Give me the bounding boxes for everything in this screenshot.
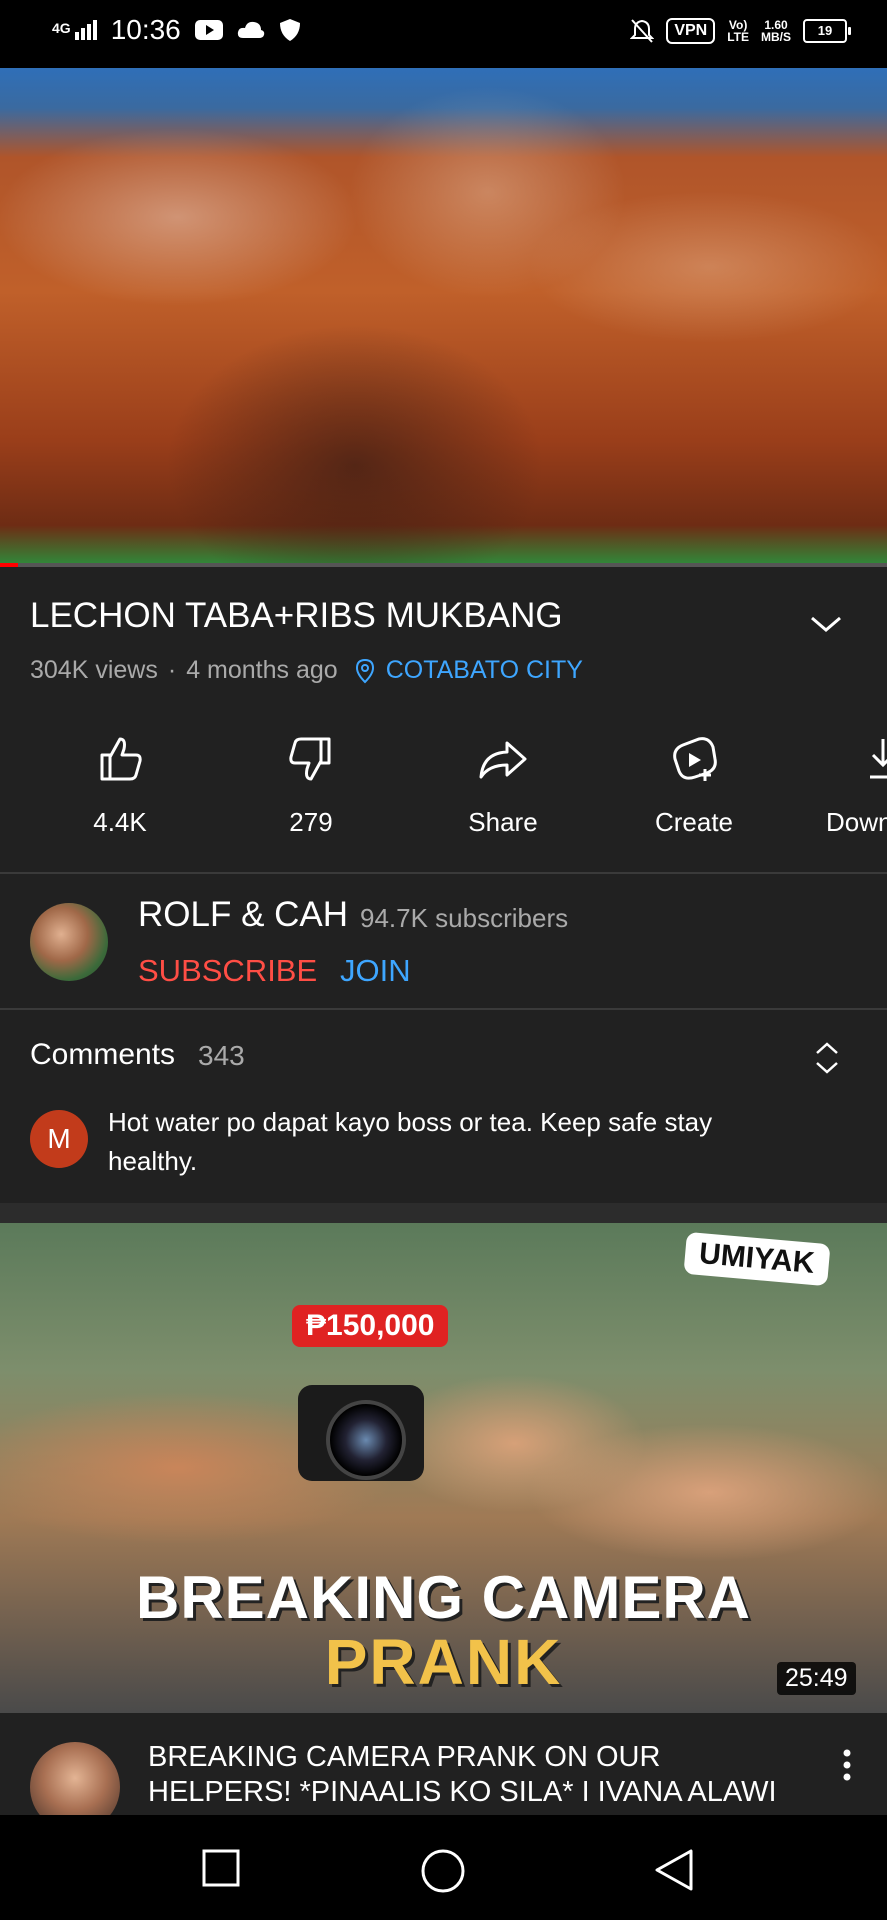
comments-title: Comments [30, 1038, 176, 1071]
create-icon [673, 737, 717, 781]
thumbs-down-icon [289, 737, 331, 781]
status-bar: 4G 10:36 VPN Vo) LTE 1.60 MB/S 19 [0, 0, 887, 68]
subscribe-button[interactable]: SUBSCRIBE [138, 953, 317, 989]
create-label: Create [654, 807, 734, 837]
upload-age: 4 months ago [186, 656, 338, 684]
shield-icon [279, 19, 300, 41]
volte-indicator: Vo) LTE [727, 19, 749, 43]
volte-bottom: LTE [727, 30, 749, 44]
video-progress-fill [0, 563, 18, 567]
download-label: Down [826, 807, 887, 837]
speed-unit: MB/S [761, 30, 791, 44]
expand-collapse-icon[interactable] [812, 1040, 842, 1076]
network-speed: 1.60 MB/S [761, 19, 791, 43]
share-button[interactable]: Share [428, 735, 578, 838]
duration-badge: 25:49 [777, 1662, 856, 1695]
thumbs-up-icon [100, 737, 142, 781]
top-comment-text: Hot water po dapat kayo boss or tea. Kee… [108, 1107, 713, 1176]
video-player[interactable] [0, 68, 887, 565]
commenter-avatar: M [30, 1110, 88, 1168]
divider [0, 872, 887, 874]
comments-count: 343 [198, 1040, 245, 1071]
chevron-down-icon[interactable] [808, 612, 844, 636]
video-title[interactable]: LECHON TABA+RIBS MUKBANG [30, 596, 790, 636]
join-button[interactable]: JOIN [340, 953, 411, 989]
meta-separator: · [167, 656, 177, 684]
thumbnail-headline-accent: PRANK [324, 1626, 563, 1698]
recents-icon[interactable] [201, 1848, 241, 1888]
share-icon [479, 741, 527, 779]
view-count: 304K views [30, 656, 158, 684]
dislike-count: 279 [289, 807, 333, 837]
bell-off-icon [630, 19, 655, 43]
video-meta: 304K views · 4 months ago COTABATO CITY [30, 656, 583, 685]
signal-icon: 4G [52, 20, 97, 40]
section-separator [0, 1203, 887, 1223]
thumbnail-price-tag: ₱150,000 [292, 1305, 449, 1347]
battery-icon: 19 [803, 19, 851, 43]
more-options-icon[interactable] [842, 1748, 852, 1782]
network-type: 4G [52, 20, 71, 36]
thumbnail-headline: BREAKING CAMERA [136, 1564, 751, 1631]
create-button[interactable]: Create [619, 735, 769, 838]
location-link[interactable]: COTABATO CITY [386, 656, 583, 685]
download-button[interactable]: Down [810, 735, 887, 838]
like-button[interactable]: 4.4K [45, 735, 195, 838]
home-icon[interactable] [420, 1848, 466, 1894]
video-progress-bar[interactable] [0, 563, 887, 567]
channel-avatar[interactable] [30, 903, 108, 981]
share-label: Share [468, 807, 538, 837]
back-icon[interactable] [653, 1848, 695, 1892]
camera-lens-icon [326, 1400, 406, 1480]
clock: 10:36 [110, 14, 181, 45]
dislike-button[interactable]: 279 [236, 735, 386, 838]
location-pin-icon [355, 658, 374, 683]
youtube-icon [194, 20, 223, 40]
vpn-badge: VPN [666, 18, 716, 44]
download-icon [870, 739, 887, 779]
like-count: 4.4K [93, 807, 147, 837]
cloud-icon [237, 21, 264, 38]
channel-name[interactable]: ROLF & CAH [138, 895, 348, 935]
subscriber-count: 94.7K subscribers [360, 903, 569, 933]
recommended-video-title[interactable]: BREAKING CAMERA PRANK ON OUR HELPERS! *P… [148, 1740, 788, 1810]
